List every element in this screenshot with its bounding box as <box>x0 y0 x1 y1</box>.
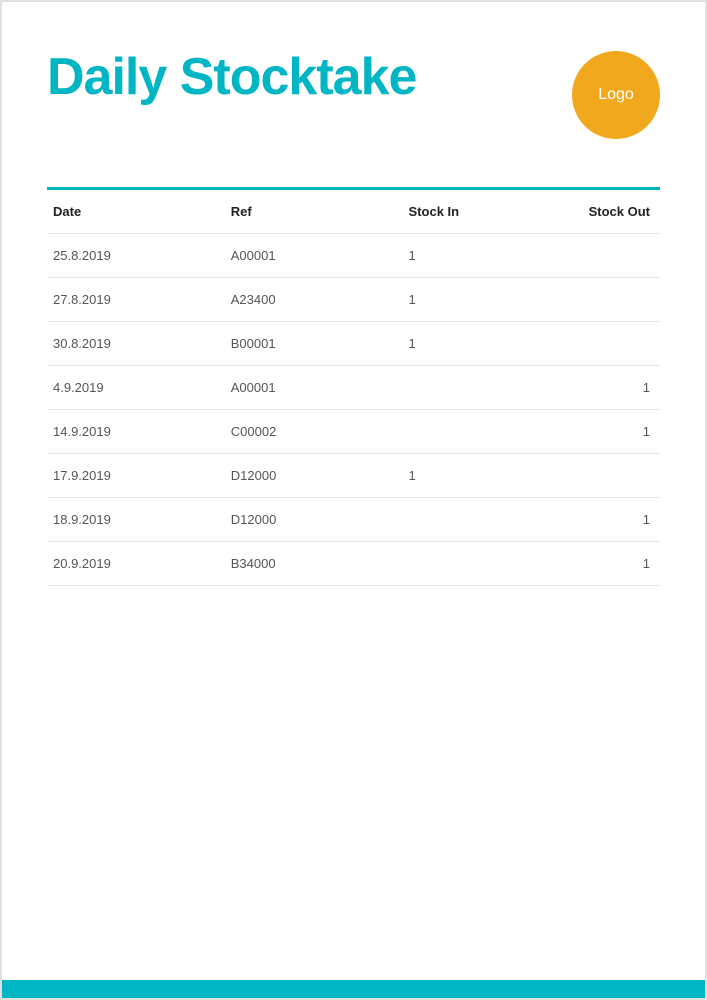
cell-ref: D12000 <box>225 454 403 498</box>
table-row: 20.9.2019B34000 1 <box>47 542 660 586</box>
cell-date: 14.9.2019 <box>47 410 225 454</box>
table-row: 25.8.2019A000011 <box>47 234 660 278</box>
page-header: Daily Stocktake Logo <box>47 47 660 139</box>
cell-stock-out: 1 <box>531 366 660 410</box>
cell-date: 18.9.2019 <box>47 498 225 542</box>
cell-stock-in <box>403 498 532 542</box>
footer-accent-bar <box>2 980 705 998</box>
cell-stock-out: 1 <box>531 410 660 454</box>
cell-date: 17.9.2019 <box>47 454 225 498</box>
table-row: 30.8.2019B000011 <box>47 322 660 366</box>
cell-stock-in <box>403 366 532 410</box>
cell-stock-out <box>531 454 660 498</box>
stocktake-table: Date Ref Stock In Stock Out 25.8.2019A00… <box>47 190 660 586</box>
cell-stock-in: 1 <box>403 234 532 278</box>
cell-date: 4.9.2019 <box>47 366 225 410</box>
table-row: 27.8.2019A234001 <box>47 278 660 322</box>
col-header-stock-out: Stock Out <box>531 190 660 234</box>
logo-badge: Logo <box>572 51 660 139</box>
table-row: 18.9.2019D12000 1 <box>47 498 660 542</box>
col-header-date: Date <box>47 190 225 234</box>
col-header-ref: Ref <box>225 190 403 234</box>
cell-stock-in: 1 <box>403 454 532 498</box>
cell-date: 30.8.2019 <box>47 322 225 366</box>
cell-ref: A00001 <box>225 234 403 278</box>
cell-date: 25.8.2019 <box>47 234 225 278</box>
table-row: 4.9.2019A00001 1 <box>47 366 660 410</box>
cell-stock-in <box>403 410 532 454</box>
cell-date: 20.9.2019 <box>47 542 225 586</box>
cell-ref: A23400 <box>225 278 403 322</box>
cell-stock-out: 1 <box>531 542 660 586</box>
col-header-stock-in: Stock In <box>403 190 532 234</box>
cell-ref: B00001 <box>225 322 403 366</box>
cell-ref: B34000 <box>225 542 403 586</box>
table-header-row: Date Ref Stock In Stock Out <box>47 190 660 234</box>
table-row: 17.9.2019D120001 <box>47 454 660 498</box>
cell-ref: D12000 <box>225 498 403 542</box>
cell-stock-out <box>531 234 660 278</box>
cell-stock-out <box>531 278 660 322</box>
cell-ref: C00002 <box>225 410 403 454</box>
cell-ref: A00001 <box>225 366 403 410</box>
logo-text: Logo <box>598 86 634 104</box>
cell-stock-in: 1 <box>403 278 532 322</box>
table-row: 14.9.2019C00002 1 <box>47 410 660 454</box>
cell-stock-out: 1 <box>531 498 660 542</box>
page-title: Daily Stocktake <box>47 47 416 107</box>
cell-stock-out <box>531 322 660 366</box>
cell-stock-in: 1 <box>403 322 532 366</box>
cell-date: 27.8.2019 <box>47 278 225 322</box>
cell-stock-in <box>403 542 532 586</box>
